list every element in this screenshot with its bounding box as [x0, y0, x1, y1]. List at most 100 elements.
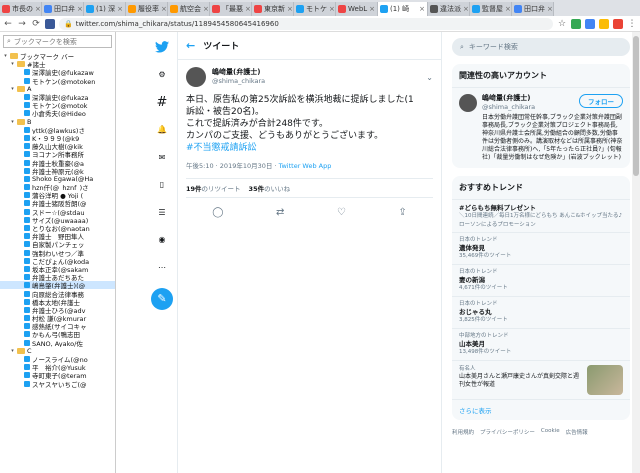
bookmark-item[interactable]: 小倉秀夫(@Hideo: [0, 109, 115, 118]
bookmark-item[interactable]: こだぴょん(@koda: [0, 257, 115, 265]
bookmark-item[interactable]: サイズ(@uwaaaa): [0, 216, 115, 224]
bookmark-item[interactable]: yttk(@lawkus)さ: [0, 126, 115, 134]
browser-tab[interactable]: (1) 崎 ×: [378, 2, 428, 16]
retweet-stat[interactable]: 19件のリツイート: [186, 183, 241, 193]
page-scrollbar[interactable]: [632, 32, 640, 473]
close-icon[interactable]: ×: [35, 5, 41, 13]
twitter-bird-icon[interactable]: [155, 40, 169, 54]
bookmark-item[interactable]: 蒲谷洋明 ● Yoji (: [0, 191, 115, 199]
bookmark-folder[interactable]: ▾ ブックマーク バー: [0, 52, 115, 60]
bookmark-item[interactable]: 自家製パンチェッ: [0, 240, 115, 249]
bookmark-item[interactable]: 寺町東子(@teram: [0, 371, 115, 380]
footer-link[interactable]: 広告情報: [566, 428, 588, 436]
bookmark-item[interactable]: 深澤諭史(@fukaza: [0, 93, 115, 101]
trend-item[interactable]: 中部地方のトレンド 山本美月 13,498件のツイート: [452, 329, 630, 361]
trend-item[interactable]: 日本のトレンド 妻の新潟 4,671件のツイート: [452, 265, 630, 297]
follow-button[interactable]: フォロー: [579, 94, 623, 108]
scrollbar-thumb[interactable]: [633, 36, 639, 176]
bookmark-folder[interactable]: ▾ C: [0, 347, 115, 355]
browser-tab[interactable]: 「最悪 ×: [210, 2, 252, 16]
like-icon[interactable]: ♡: [337, 207, 346, 218]
like-stat[interactable]: 35件のいいね: [249, 183, 291, 193]
bookmark-item[interactable]: Shoko Egawa(@Ha: [0, 175, 115, 183]
bookmark-item[interactable]: 深澤諭史(@fukazaw: [0, 68, 115, 77]
close-icon[interactable]: ×: [505, 5, 511, 13]
close-icon[interactable]: ×: [463, 5, 469, 13]
expand-toggle[interactable]: ▾: [10, 119, 15, 125]
mail-icon[interactable]: ✉: [155, 150, 169, 164]
tweet-time[interactable]: 午後5:10 · 2019年10月30日 ·: [186, 162, 279, 170]
close-icon[interactable]: ×: [77, 5, 83, 13]
expand-toggle[interactable]: ▾: [3, 53, 8, 59]
bookmark-item[interactable]: 平 裕介(@Yusuk: [0, 363, 115, 371]
browser-tab[interactable]: 田口弁 ×: [42, 2, 84, 16]
close-icon[interactable]: ×: [329, 5, 335, 13]
avatar[interactable]: [459, 94, 477, 112]
bookmark-item[interactable]: 弁護士猪阪哲朗(@: [0, 199, 115, 208]
facebook-icon[interactable]: [45, 18, 55, 29]
browser-tab[interactable]: 違法派 ×: [428, 2, 470, 16]
tweet-client[interactable]: Twitter Web App: [279, 162, 332, 170]
bookmark-folder[interactable]: ▾ #諸士: [0, 60, 115, 68]
display-name[interactable]: 嶋﨑量(弁護士): [212, 68, 265, 77]
footer-link[interactable]: プライバシーポリシー: [480, 428, 535, 436]
browser-tab[interactable]: (1) 深 ×: [84, 2, 126, 16]
extension-icon[interactable]: [599, 18, 609, 29]
bookmark-item[interactable]: 強制わいせつ／準: [0, 249, 115, 257]
star-icon[interactable]: ☆: [557, 19, 567, 29]
display-name[interactable]: 嶋﨑量(弁護士): [482, 94, 535, 103]
share-icon[interactable]: ⇪: [398, 207, 406, 218]
bookmark-item[interactable]: 向原総合法律事務: [0, 289, 115, 298]
more-icon[interactable]: ⋯: [155, 260, 169, 274]
bookmark-item[interactable]: 弁護士あだちあた: [0, 273, 115, 281]
show-more-link[interactable]: さらに表示: [452, 400, 630, 420]
close-icon[interactable]: ×: [287, 5, 293, 13]
related-account[interactable]: 嶋﨑量(弁護士) @shima_chikara フォロー: [452, 88, 630, 114]
bookmark-item[interactable]: スヤスヤいちご(@: [0, 380, 115, 388]
retweet-icon[interactable]: ⇄: [276, 207, 284, 218]
bookmark-search[interactable]: ⌕ ブックマークを検索: [3, 35, 112, 48]
close-icon[interactable]: ×: [117, 5, 123, 13]
browser-tab[interactable]: 航空会 ×: [168, 2, 210, 16]
address-bar[interactable]: 🔒 twitter.com/shima_chikara/status/11894…: [59, 17, 553, 30]
browser-tab[interactable]: 履役率 ×: [126, 2, 168, 16]
close-icon[interactable]: ×: [161, 5, 167, 13]
hashtag-link[interactable]: #不当懲戒請訴訟: [186, 142, 433, 154]
bookmark-item[interactable]: hzn仟(@_hznf_)さ: [0, 183, 115, 191]
bookmark-folder[interactable]: ▾ A: [0, 85, 115, 93]
tweet-author[interactable]: 嶋﨑量(弁護士) @shima_chikara ⌄: [186, 66, 433, 88]
extension-icon[interactable]: [571, 18, 581, 29]
footer-link[interactable]: 利用規約: [452, 428, 474, 436]
bookmark-item[interactable]: 弁護士秋重豪(@a: [0, 158, 115, 167]
close-icon[interactable]: ×: [547, 5, 553, 13]
extension-icon[interactable]: [585, 18, 595, 29]
bookmark-item[interactable]: 感熱紙(サイコキャ: [0, 322, 115, 330]
browser-tab[interactable]: 東京新 ×: [252, 2, 294, 16]
bookmark-item[interactable]: 弁護士ひろ(@adv: [0, 306, 115, 314]
trend-item[interactable]: 日本のトレンド おじゃる丸 3,825件のツイート: [452, 297, 630, 329]
extension-icon[interactable]: [613, 18, 623, 29]
bookmark-item[interactable]: モトケン(@motoken_: [0, 77, 115, 85]
browser-tab[interactable]: 田口弁 ×: [512, 2, 554, 16]
bookmark-item[interactable]: SANO, Ayako/佐: [0, 339, 115, 347]
expand-toggle[interactable]: ▾: [10, 61, 15, 67]
trend-item[interactable]: 日本のトレンド 遺体発見 35,469件のツイート: [452, 233, 630, 265]
avatar[interactable]: [186, 67, 206, 87]
menu-icon[interactable]: ⋮: [627, 19, 637, 29]
browser-tab[interactable]: モトケ ×: [294, 2, 336, 16]
reply-icon[interactable]: ◯: [212, 207, 223, 218]
username[interactable]: @shima_chikara: [482, 103, 535, 112]
forward-icon[interactable]: →: [17, 19, 27, 29]
close-icon[interactable]: ×: [369, 5, 375, 13]
back-arrow-icon[interactable]: ←: [186, 39, 195, 52]
bookmark-item[interactable]: スドー☆(@stdau: [0, 208, 115, 216]
bell-icon[interactable]: 🔔: [155, 123, 169, 137]
browser-tab[interactable]: WebL ×: [336, 2, 378, 16]
browser-tab[interactable]: 監督屋 ×: [470, 2, 512, 16]
bookmark-item[interactable]: K・９９９(@k9: [0, 134, 115, 142]
bookmark-item[interactable]: 坂本正幸(@sakam: [0, 265, 115, 273]
bookmark-icon[interactable]: ▯: [155, 178, 169, 192]
chevron-down-icon[interactable]: ⌄: [426, 73, 433, 82]
close-icon[interactable]: ×: [203, 5, 209, 13]
twitter-search-input[interactable]: ⌕ キーワード検索: [452, 38, 630, 56]
